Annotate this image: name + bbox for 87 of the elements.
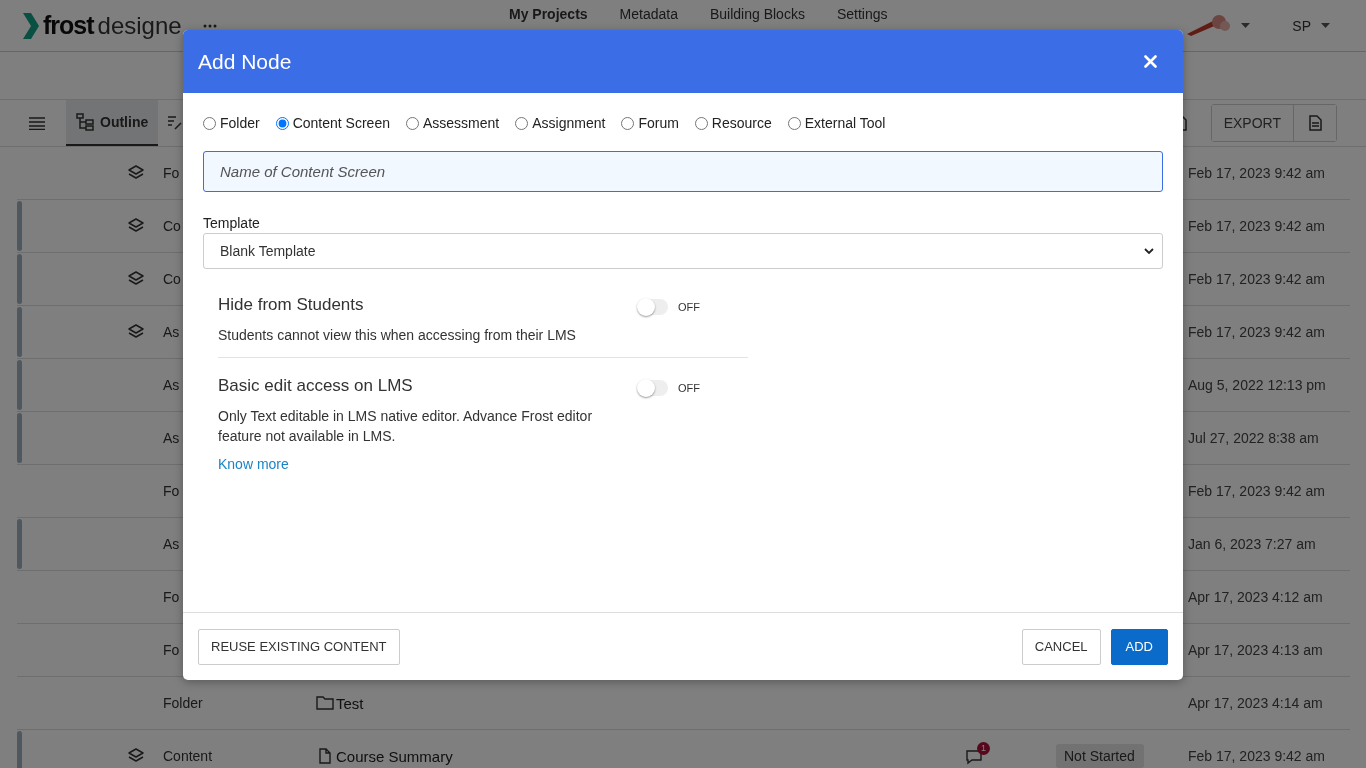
toggle-state: OFF bbox=[678, 301, 700, 313]
comment-icon[interactable] bbox=[966, 747, 984, 765]
type-cell: As bbox=[163, 536, 180, 552]
type-cell: As bbox=[163, 430, 180, 446]
radio-button[interactable] bbox=[787, 116, 801, 130]
setting-description: Students cannot view this when accessing from their LMS bbox=[218, 326, 577, 345]
type-cell: As bbox=[163, 377, 180, 393]
radio-label[interactable]: Content Screen bbox=[292, 115, 390, 131]
date-cell-text: Apr 17, 2023 4:12 am bbox=[1188, 589, 1324, 605]
name-cell[interactable]: Test bbox=[336, 694, 960, 712]
date-cell-text: Apr 17, 2023 4:13 am bbox=[1188, 642, 1324, 658]
radio-label[interactable]: Forum bbox=[638, 115, 679, 131]
template-label: Template bbox=[203, 215, 261, 231]
layers-icon[interactable] bbox=[128, 218, 144, 234]
layers-icon[interactable] bbox=[128, 324, 144, 340]
nav-link[interactable]: Settings bbox=[836, 6, 888, 22]
date-cell-text: Feb 17, 2023 9:42 am bbox=[1188, 165, 1326, 181]
layers-icon[interactable] bbox=[128, 748, 144, 764]
radio-button[interactable] bbox=[621, 116, 635, 130]
radio-label[interactable]: Assignment bbox=[532, 115, 606, 131]
export-button[interactable]: EXPORT bbox=[1211, 105, 1294, 141]
type-cell: Fo bbox=[163, 589, 180, 605]
folder-icon bbox=[316, 696, 334, 710]
setting-description: Only Text editable in LMS native editor. Advance Frost editor feature not available in LMS. bbox=[218, 407, 594, 446]
close-icon[interactable] bbox=[1144, 55, 1157, 68]
add-button[interactable]: ADD bbox=[1110, 628, 1168, 665]
date-cell-text: Aug 5, 2022 12:13 pm bbox=[1188, 377, 1327, 393]
date-cell-text: Feb 17, 2023 9:42 am bbox=[1188, 271, 1326, 287]
cancel-button[interactable]: CANCEL bbox=[1021, 628, 1101, 665]
nav-link[interactable]: Building Blocks bbox=[709, 6, 805, 22]
ellipsis-icon[interactable] bbox=[203, 23, 217, 28]
layers-icon[interactable] bbox=[128, 165, 144, 181]
status-chip: Not Started bbox=[1056, 744, 1144, 768]
edit-icon[interactable] bbox=[166, 115, 183, 131]
type-cell: Fo bbox=[163, 483, 180, 499]
dialog-title: Add Node bbox=[198, 49, 292, 74]
comment-count-badge: 1 bbox=[977, 741, 990, 755]
date-cell-text: Feb 17, 2023 9:42 am bbox=[1188, 748, 1326, 764]
radio-button[interactable] bbox=[406, 116, 419, 130]
setting-title: Hide from Students bbox=[218, 295, 365, 315]
tree-icon bbox=[76, 113, 94, 131]
menu-icon[interactable] bbox=[29, 116, 45, 130]
date-cell-text: Feb 17, 2023 9:42 am bbox=[1188, 483, 1326, 499]
type-cell: Content bbox=[163, 748, 213, 764]
date-cell-text: Feb 17, 2023 9:42 am bbox=[1188, 218, 1326, 234]
layers-icon[interactable] bbox=[128, 271, 144, 287]
logo-text: frost bbox=[43, 11, 94, 40]
date-cell-text: Jul 27, 2022 8:38 am bbox=[1188, 430, 1320, 446]
caret-icon[interactable] bbox=[1241, 23, 1251, 28]
chevron-logo-icon bbox=[23, 12, 39, 39]
chevron-down-icon bbox=[1144, 248, 1154, 254]
logo-text: designe bbox=[97, 11, 182, 40]
toggle-state: OFF bbox=[678, 382, 700, 394]
outline-tab[interactable]: Outline bbox=[66, 100, 159, 146]
template-select[interactable]: Blank Template bbox=[203, 233, 1163, 269]
radio-button[interactable] bbox=[694, 116, 708, 130]
document-icon bbox=[1308, 115, 1322, 131]
type-cell: Fo bbox=[163, 165, 180, 181]
name-cell[interactable]: Course Summary bbox=[336, 747, 960, 765]
radio-label[interactable]: Resource bbox=[711, 115, 772, 131]
radio-button[interactable] bbox=[515, 116, 529, 130]
radio-label[interactable]: Folder bbox=[220, 115, 260, 131]
radio-label[interactable]: Assessment bbox=[423, 115, 500, 131]
user-menu[interactable]: SP bbox=[1292, 17, 1311, 34]
setting-title: Basic edit access on LMS bbox=[218, 376, 414, 396]
type-cell: Co bbox=[163, 218, 181, 234]
type-cell: Co bbox=[163, 271, 181, 287]
table-row[interactable]: Content Course Summary 1 Not Started Feb 17, 2023 9:42 am bbox=[17, 730, 1350, 768]
pencil-logo-icon[interactable] bbox=[1185, 13, 1232, 38]
name-input-field[interactable]: Name of Content Screen bbox=[203, 151, 1163, 192]
caret-icon[interactable] bbox=[1321, 23, 1330, 28]
date-cell-text: Apr 17, 2023 4:14 am bbox=[1188, 695, 1324, 711]
type-cell: Folder bbox=[163, 695, 203, 711]
toggle-switch[interactable] bbox=[638, 299, 668, 315]
radio-button[interactable] bbox=[275, 116, 289, 130]
toggle-switch[interactable] bbox=[638, 380, 668, 396]
file-icon bbox=[319, 748, 331, 764]
know-more-link[interactable]: Know more bbox=[218, 456, 289, 472]
date-cell-text: Jan 6, 2023 7:27 am bbox=[1188, 536, 1317, 552]
date-cell-text: Feb 17, 2023 9:42 am bbox=[1188, 324, 1326, 340]
type-cell: As bbox=[163, 324, 180, 340]
nav-link[interactable]: My Projects bbox=[509, 6, 588, 22]
radio-label[interactable]: External Tool bbox=[804, 115, 886, 131]
reuse-content-button[interactable]: REUSE EXISTING CONTENT bbox=[198, 628, 400, 665]
nav-link[interactable]: Metadata bbox=[619, 6, 678, 22]
type-cell: Fo bbox=[163, 642, 180, 658]
radio-button[interactable] bbox=[203, 116, 216, 130]
